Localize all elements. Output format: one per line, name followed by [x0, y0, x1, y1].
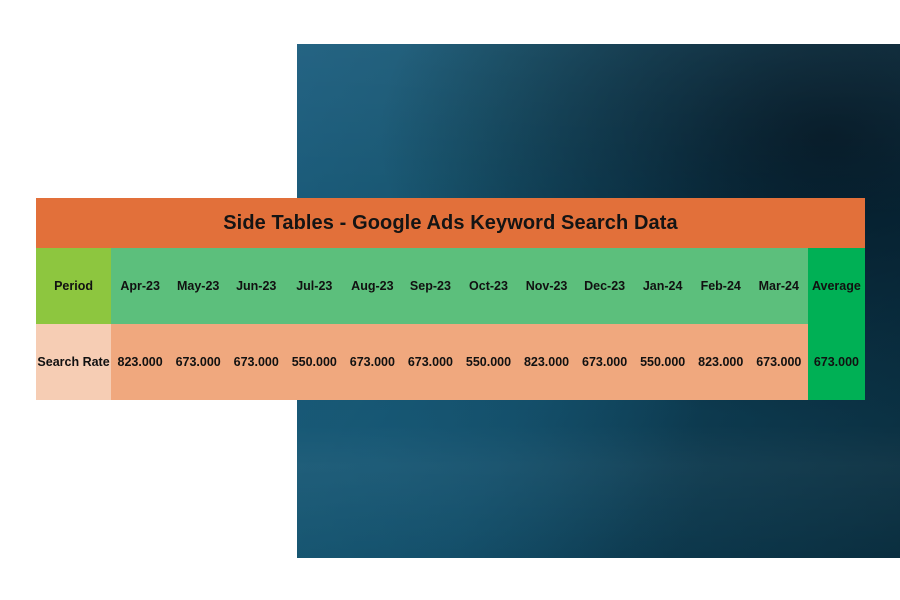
header-cell-month: Aug-23 [343, 248, 402, 324]
row-label-search-rate: Search Rate [36, 324, 112, 400]
header-cell-month: May-23 [169, 248, 228, 324]
table-grid: Period Apr-23 May-23 Jun-23 Jul-23 Aug-2… [36, 248, 865, 400]
value-cell: 673.000 [401, 324, 460, 400]
header-cell-period: Period [36, 248, 112, 324]
value-cell: 823.000 [517, 324, 576, 400]
value-cell: 673.000 [575, 324, 634, 400]
value-cell-average: 673.000 [807, 324, 865, 400]
header-cell-month: Dec-23 [575, 248, 634, 324]
header-cell-month: Jun-23 [227, 248, 286, 324]
value-cell: 823.000 [691, 324, 750, 400]
header-cell-month: Nov-23 [517, 248, 576, 324]
value-cell: 673.000 [169, 324, 228, 400]
table-data-row: Search Rate 823.000 673.000 673.000 550.… [36, 324, 865, 400]
header-cell-month: Mar-24 [749, 248, 808, 324]
value-cell: 673.000 [749, 324, 808, 400]
header-cell-month: Apr-23 [111, 248, 170, 324]
header-cell-month: Sep-23 [401, 248, 460, 324]
value-cell: 673.000 [227, 324, 286, 400]
value-cell: 673.000 [343, 324, 402, 400]
value-cell: 550.000 [459, 324, 518, 400]
header-cell-month: Feb-24 [691, 248, 750, 324]
value-cell: 550.000 [633, 324, 692, 400]
header-cell-month: Jan-24 [633, 248, 692, 324]
table-header-row: Period Apr-23 May-23 Jun-23 Jul-23 Aug-2… [36, 248, 865, 324]
header-cell-month: Oct-23 [459, 248, 518, 324]
keyword-search-data-table: Side Tables - Google Ads Keyword Search … [36, 198, 865, 400]
header-cell-average: Average [807, 248, 865, 324]
table-title: Side Tables - Google Ads Keyword Search … [36, 198, 865, 248]
header-cell-month: Jul-23 [285, 248, 344, 324]
value-cell: 550.000 [285, 324, 344, 400]
value-cell: 823.000 [111, 324, 170, 400]
